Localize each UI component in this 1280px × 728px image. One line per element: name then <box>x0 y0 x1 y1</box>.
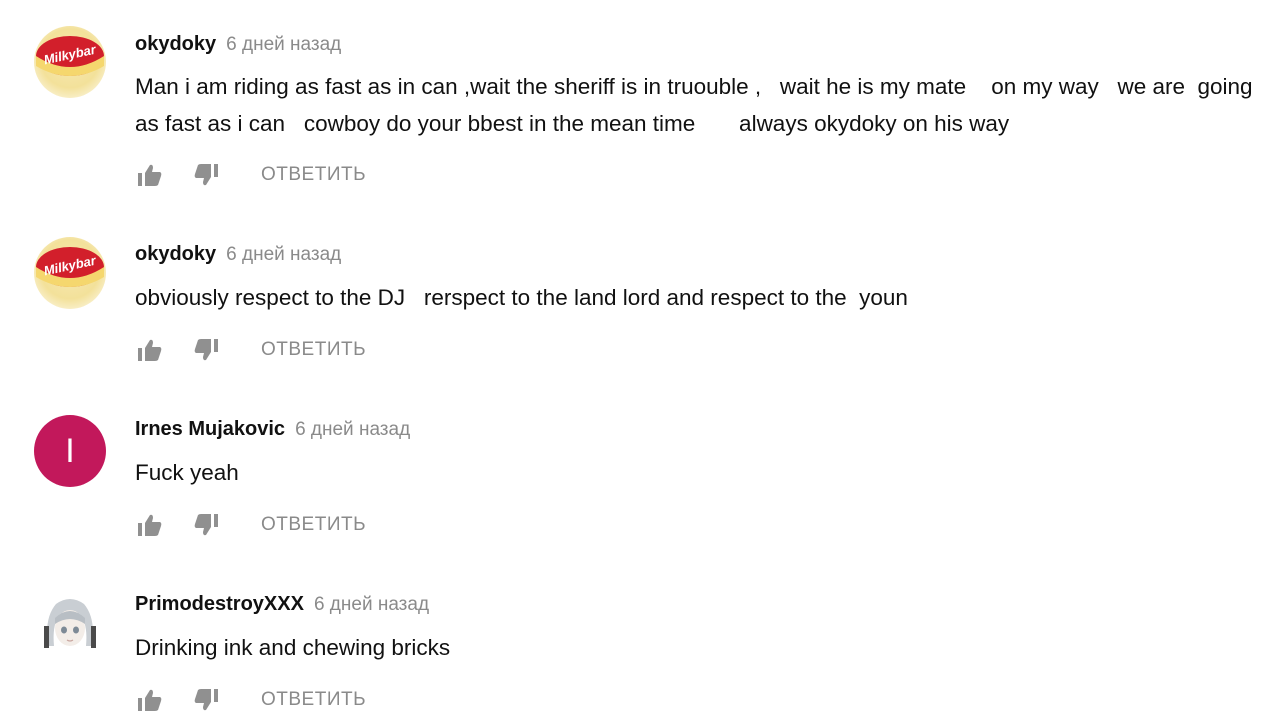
comment-text: obviously respect to the DJ rerspect to … <box>135 285 908 310</box>
anime-girl-avatar[interactable] <box>34 588 106 660</box>
author-name[interactable]: okydoky <box>135 243 216 265</box>
thumbs-down-icon[interactable] <box>191 161 221 189</box>
thumbs-up-icon[interactable] <box>135 686 165 714</box>
comment-header: okydoky 6 дней назад <box>135 243 341 266</box>
reply-button[interactable]: ОТВЕТИТЬ <box>261 689 366 711</box>
comment-time[interactable]: 6 дней назад <box>226 34 341 55</box>
reply-button[interactable]: ОТВЕТИТЬ <box>261 514 366 536</box>
reply-button[interactable]: ОТВЕТИТЬ <box>261 339 366 361</box>
comment: PrimodestroyXXX 6 дней назад Drinking ink… <box>0 560 1280 728</box>
comment: I Irnes Mujakovic 6 дней назад Fuck yeah … <box>0 385 1280 555</box>
thumbs-down-icon[interactable] <box>191 686 221 714</box>
comment-actions: ОТВЕТИТЬ <box>135 336 366 364</box>
thumbs-up-icon[interactable] <box>135 161 165 189</box>
comment-text: Fuck yeah <box>135 460 239 485</box>
comment-header: Irnes Mujakovic 6 дней назад <box>135 418 410 441</box>
avatar-letter: I <box>65 431 75 470</box>
thumbs-up-icon[interactable] <box>135 511 165 539</box>
comment-time[interactable]: 6 дней назад <box>314 594 429 615</box>
thumbs-up-icon[interactable] <box>135 336 165 364</box>
comment-time[interactable]: 6 дней назад <box>226 244 341 265</box>
author-name[interactable]: Irnes Mujakovic <box>135 418 285 440</box>
comment-actions: ОТВЕТИТЬ <box>135 511 366 539</box>
comment-actions: ОТВЕТИТЬ <box>135 686 366 714</box>
thumbs-down-icon[interactable] <box>191 336 221 364</box>
comment: Milkybar okydoky 6 дней назад obviously r… <box>0 210 1280 380</box>
letter-avatar[interactable]: I <box>34 415 106 487</box>
author-name[interactable]: PrimodestroyXXX <box>135 593 304 615</box>
comment-text: Drinking ink and chewing bricks <box>135 635 451 660</box>
comment-header: okydoky 6 дней назад <box>135 33 341 56</box>
comment: Milkybar okydoky 6 дней назад Man i am ri… <box>0 0 1280 205</box>
milkybar-avatar[interactable]: Milkybar <box>34 26 106 98</box>
comment-text: Man i am riding as fast as in can ,wait … <box>135 74 1259 136</box>
comment-time[interactable]: 6 дней назад <box>295 419 410 440</box>
thumbs-down-icon[interactable] <box>191 511 221 539</box>
comment-header: PrimodestroyXXX 6 дней назад <box>135 593 429 616</box>
milkybar-avatar[interactable]: Milkybar <box>34 237 106 309</box>
comment-actions: ОТВЕТИТЬ <box>135 161 366 189</box>
author-name[interactable]: okydoky <box>135 33 216 55</box>
reply-button[interactable]: ОТВЕТИТЬ <box>261 164 366 186</box>
